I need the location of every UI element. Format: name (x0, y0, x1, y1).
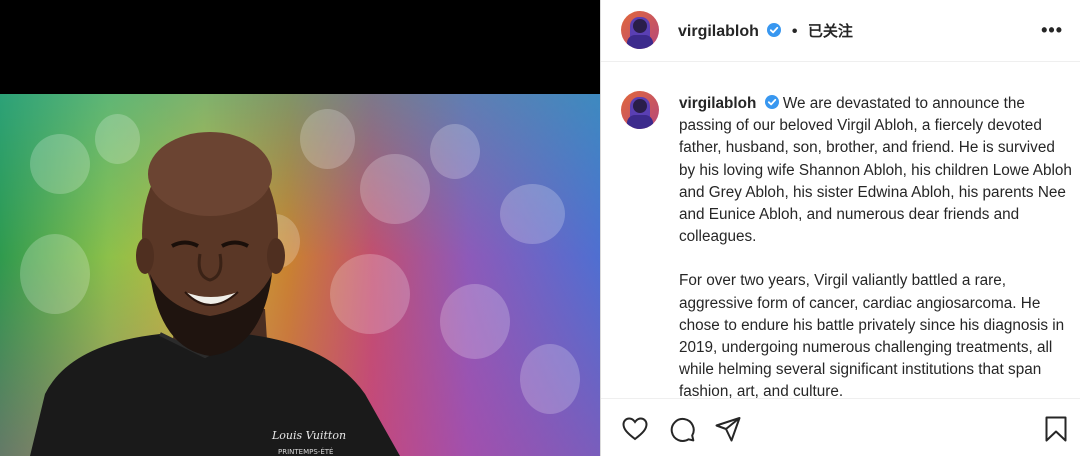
verified-badge-icon (764, 95, 779, 109)
action-bar (601, 398, 1080, 456)
caption-username-link[interactable]: virgilabloh (679, 95, 756, 112)
bookmark-icon (1045, 416, 1067, 442)
more-options-icon[interactable]: ••• (1041, 20, 1063, 41)
post-panel: virgilabloh • 已关注 ••• virgilabloh We are… (600, 0, 1080, 456)
header-user-line: virgilabloh • 已关注 (678, 20, 853, 41)
share-icon (715, 417, 741, 442)
caption-paragraph-1-text: We are devastated to announce the passin… (679, 95, 1072, 246)
caption-paragraph-2: For over two years, Virgil valiantly bat… (679, 272, 1065, 398)
caption-paragraph: virgilabloh We are devastated to announc… (679, 93, 1073, 248)
comment-icon (670, 417, 695, 442)
avatar[interactable] (621, 11, 659, 49)
comment-button[interactable] (668, 415, 696, 443)
verified-badge-icon (767, 23, 782, 37)
caption-area: virgilabloh We are devastated to announc… (601, 63, 1080, 398)
following-button[interactable]: 已关注 (808, 23, 853, 40)
share-button[interactable] (714, 415, 742, 443)
post-photo: Louis Vuitton PRINTEMPS-ÉTÉ (0, 94, 600, 456)
save-button[interactable] (1042, 415, 1070, 443)
post-header: virgilabloh • 已关注 ••• (601, 0, 1080, 62)
post-media[interactable]: Louis Vuitton PRINTEMPS-ÉTÉ (0, 0, 600, 456)
caption-avatar[interactable] (621, 91, 659, 129)
like-button[interactable] (621, 415, 649, 443)
heart-icon (622, 417, 648, 441)
username-link[interactable]: virgilabloh (678, 23, 759, 40)
separator-dot: • (791, 23, 798, 40)
caption-text: virgilabloh We are devastated to announc… (679, 93, 1073, 398)
svg-text:Louis Vuitton: Louis Vuitton (271, 429, 346, 442)
portrait-figure: Louis Vuitton PRINTEMPS-ÉTÉ (30, 132, 400, 456)
svg-text:PRINTEMPS-ÉTÉ: PRINTEMPS-ÉTÉ (278, 447, 333, 456)
